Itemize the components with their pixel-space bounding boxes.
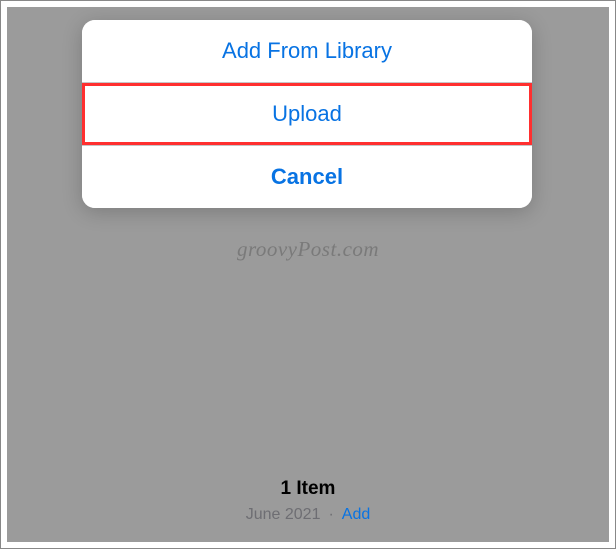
add-button[interactable]: Add <box>342 506 370 524</box>
add-from-library-button[interactable]: Add From Library <box>82 20 532 82</box>
footer: 1 Item June 2021 · Add <box>7 478 609 524</box>
action-sheet: Add From Library Upload Cancel <box>82 20 532 208</box>
upload-button[interactable]: Upload <box>82 83 532 145</box>
date-label: June 2021 <box>246 506 321 524</box>
background-area: Add From Library Upload Cancel groovyPos… <box>7 7 609 542</box>
screenshot-frame: Add From Library Upload Cancel groovyPos… <box>0 0 616 549</box>
footer-subtitle: June 2021 · Add <box>7 506 609 524</box>
separator-dot: · <box>328 506 333 524</box>
watermark-text: groovyPost.com <box>237 237 379 262</box>
cancel-button[interactable]: Cancel <box>82 146 532 208</box>
item-count-label: 1 Item <box>7 478 609 500</box>
